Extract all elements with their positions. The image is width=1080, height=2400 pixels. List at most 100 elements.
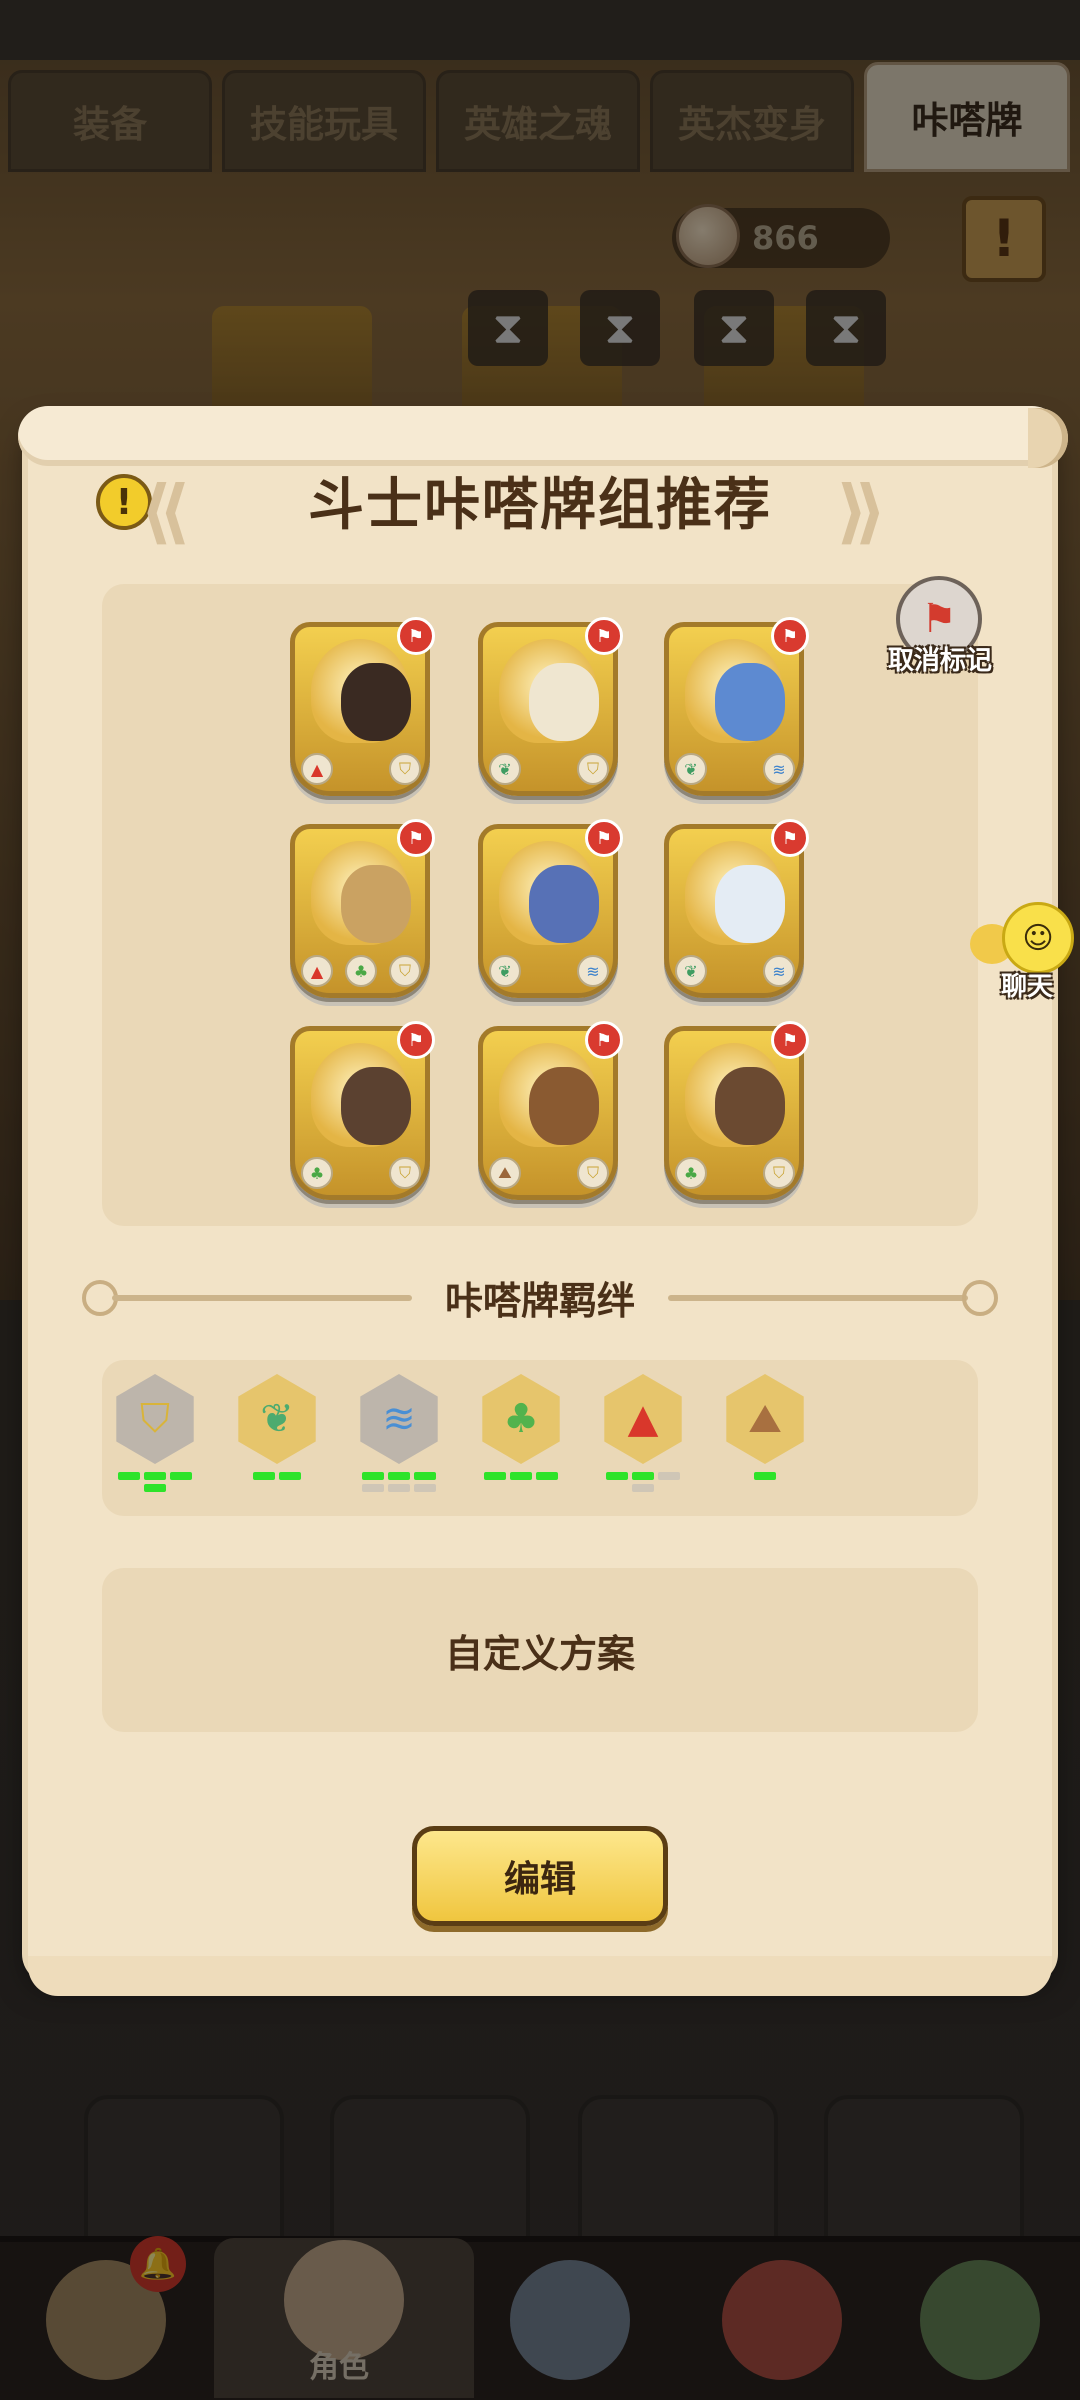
custom-plan-box[interactable]: 自定义方案 [102, 1568, 978, 1732]
bond-leaf[interactable]: ❦ [232, 1374, 326, 1480]
card-art [685, 639, 785, 743]
bond-bar-active [144, 1472, 166, 1480]
edit-button[interactable]: 编辑 [412, 1826, 668, 1926]
shield-icon: ⛉ [389, 955, 421, 987]
bond-bar-active [510, 1472, 532, 1480]
card-elements: ♣ ⛉ [301, 1157, 421, 1191]
mountain-icon: ⛰ [726, 1374, 804, 1464]
mark-flag-icon[interactable]: ⚑ [771, 1021, 809, 1059]
mark-flag-icon[interactable]: ⚑ [397, 819, 435, 857]
shield-icon: ⛉ [763, 1157, 795, 1189]
stone-golem-icon [341, 865, 411, 943]
bond-bar-active [118, 1472, 140, 1480]
bond-shield[interactable]: ⛉ [110, 1374, 204, 1492]
bond-cactus[interactable]: ♣ [476, 1374, 570, 1480]
bond-bar-active [606, 1472, 628, 1480]
shield-icon: ⛉ [116, 1374, 194, 1464]
card-art [685, 841, 785, 945]
card-blue-wolf[interactable]: ⚑ ❦ ≋ [478, 819, 623, 998]
bond-wind[interactable]: ≋ [354, 1374, 448, 1492]
card-art [499, 639, 599, 743]
panel-title: 斗士咔嗒牌组推荐 [308, 473, 772, 538]
horned-ram-icon [529, 663, 599, 741]
bond-bar-inactive [414, 1484, 436, 1492]
card-lava-golem[interactable]: ⚑ ▲ ⛉ [290, 617, 435, 796]
bond-bar-active [362, 1472, 384, 1480]
volcano-icon: ▲ [604, 1374, 682, 1464]
earth-bird-icon [715, 1067, 785, 1145]
card-art [499, 841, 599, 945]
blue-dragon-icon [715, 663, 785, 741]
cancel-mark-button[interactable]: 取消标记 [878, 640, 1002, 677]
card-art [685, 1043, 785, 1147]
card-earth-bird[interactable]: ⚑ ♣ ⛉ [664, 1021, 809, 1200]
cactus-icon: ♣ [482, 1374, 560, 1464]
leaf-icon: ❦ [238, 1374, 316, 1464]
volcano-icon: ▲ [301, 955, 333, 987]
bond-bar-inactive [362, 1484, 384, 1492]
bond-bar-inactive [658, 1472, 680, 1480]
edit-button-label: 编辑 [503, 1859, 576, 1900]
mark-flag-icon[interactable]: ⚑ [771, 819, 809, 857]
white-dragon-icon [715, 865, 785, 943]
bond-bar-active [253, 1472, 275, 1480]
leaf-icon: ❦ [489, 955, 521, 987]
leaf-icon: ❦ [675, 955, 707, 987]
mark-flag-icon[interactable]: ⚑ [585, 617, 623, 655]
shield-icon: ⛉ [389, 753, 421, 785]
chat-label[interactable]: 聊天 [982, 966, 1072, 1003]
cactus-icon: ♣ [675, 1157, 707, 1189]
shield-icon: ⛉ [577, 753, 609, 785]
bond-progress [110, 1472, 200, 1492]
bond-bar-inactive [632, 1484, 654, 1492]
ornament-right: ⟫ [836, 470, 887, 552]
cactus-icon: ♣ [345, 955, 377, 987]
sand-serpent-icon [341, 1067, 411, 1145]
lava-golem-icon [341, 663, 411, 741]
mark-flag-icon[interactable]: ⚑ [585, 1021, 623, 1059]
card-elements: ▲ ⛉ [301, 753, 421, 787]
mark-flag-icon[interactable]: ⚑ [771, 617, 809, 655]
card-art [311, 841, 411, 945]
mark-flag-icon[interactable]: ⚑ [397, 617, 435, 655]
card-art [311, 639, 411, 743]
card-white-dragon[interactable]: ⚑ ❦ ≋ [664, 819, 809, 998]
bond-section-title: 咔嗒牌羁绊 [444, 1279, 635, 1323]
volcano-icon: ▲ [301, 753, 333, 785]
shield-icon: ⛉ [389, 1157, 421, 1189]
card-art [499, 1043, 599, 1147]
card-elements: ❦ ≋ [675, 955, 795, 989]
wind-icon: ≋ [763, 955, 795, 987]
bond-bar-active [388, 1472, 410, 1480]
bond-bar-active [279, 1472, 301, 1480]
bond-bar-active [754, 1472, 776, 1480]
mark-flag-icon[interactable]: ⚑ [585, 819, 623, 857]
bond-bar-active [414, 1472, 436, 1480]
card-blue-dragon[interactable]: ⚑ ❦ ≋ [664, 617, 809, 796]
card-horned-ram[interactable]: ⚑ ❦ ⛉ [478, 617, 623, 796]
card-rock-crab[interactable]: ⚑ ⛰ ⛉ [478, 1021, 623, 1200]
wind-icon: ≋ [577, 955, 609, 987]
card-art [311, 1043, 411, 1147]
custom-plan-label: 自定义方案 [444, 1631, 635, 1676]
bond-volcano[interactable]: ▲ [598, 1374, 692, 1492]
card-sand-serpent[interactable]: ⚑ ♣ ⛉ [290, 1021, 435, 1200]
smiley-face-icon: ☺ [1002, 902, 1074, 974]
mark-flag-icon[interactable]: ⚑ [397, 1021, 435, 1059]
bond-bar-active [144, 1484, 166, 1492]
mountain-icon: ⛰ [489, 1157, 521, 1189]
bond-mountain[interactable]: ⛰ [720, 1374, 814, 1480]
shield-icon: ⛉ [577, 1157, 609, 1189]
cactus-icon: ♣ [301, 1157, 333, 1189]
bond-progress [476, 1472, 566, 1480]
bond-bar-active [170, 1472, 192, 1480]
bond-progress [232, 1472, 322, 1480]
rock-crab-icon [529, 1067, 599, 1145]
card-elements: ⛰ ⛉ [489, 1157, 609, 1191]
card-elements: ▲ ♣ ⛉ [301, 955, 421, 989]
card-stone-golem[interactable]: ⚑ ▲ ♣ ⛉ [290, 819, 435, 998]
bond-progress [354, 1472, 444, 1492]
wind-icon: ≋ [763, 753, 795, 785]
bond-bar-active [536, 1472, 558, 1480]
wind-icon: ≋ [360, 1374, 438, 1464]
